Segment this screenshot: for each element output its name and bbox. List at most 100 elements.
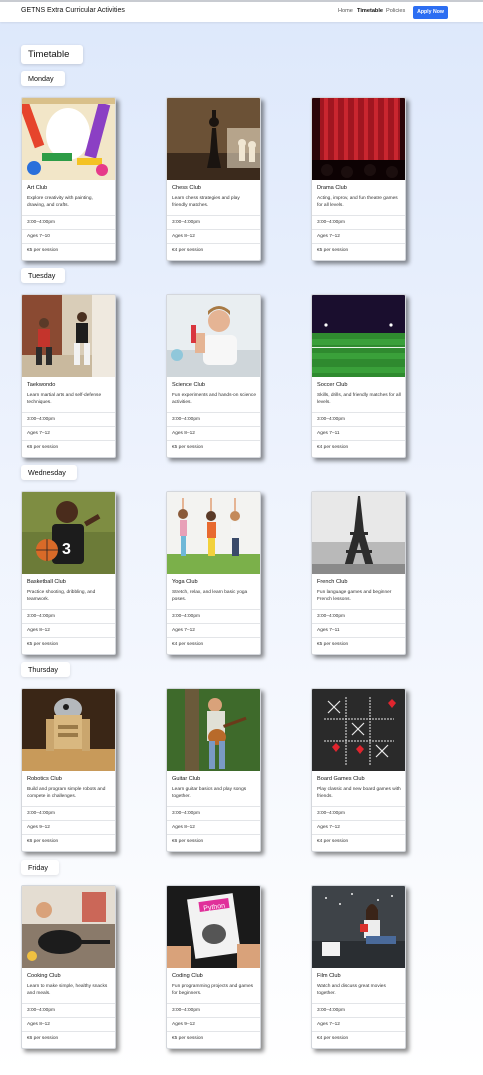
- film-girl-photo: [312, 886, 405, 968]
- club-card-taekwondo[interactable]: Taekwondo Learn martial arts and self-de…: [21, 294, 116, 458]
- club-card-chess-club[interactable]: Chess Club Learn chess strategies and pl…: [166, 97, 261, 261]
- club-price: €5 per session: [312, 243, 405, 257]
- eiffel-tower-photo: [312, 492, 405, 574]
- club-time: 3:00–4:00pm: [167, 215, 260, 229]
- tic-tac-toe-photo: [312, 689, 405, 771]
- club-description: Practice shooting, dribbling, and teamwo…: [27, 590, 96, 602]
- club-card-french-club[interactable]: French Club Fun language games and begin…: [311, 491, 406, 655]
- club-ages: Ages 7–11: [312, 623, 405, 637]
- club-ages: Ages 8–12: [167, 820, 260, 834]
- top-navbar: GETNS Extra Curricular Activities Home T…: [0, 0, 483, 22]
- club-ages: Ages 7–12: [312, 1017, 405, 1031]
- club-card-yoga-club[interactable]: Yoga Club Stretch, relax, and learn basi…: [166, 491, 261, 655]
- svg-text:3: 3: [62, 541, 71, 558]
- soccer-pitch-photo: [312, 295, 405, 377]
- club-price: €6 per session: [22, 834, 115, 848]
- club-ages: Ages 7–12: [312, 229, 405, 243]
- nav-home-link[interactable]: Home: [338, 8, 353, 14]
- club-card-cooking-club[interactable]: Cooking Club Learn to make simple, healt…: [21, 885, 116, 1049]
- club-time: 3:00–4:00pm: [167, 806, 260, 820]
- club-price: €4 per session: [167, 243, 260, 257]
- club-ages: Ages 7–12: [167, 623, 260, 637]
- club-time: 3:00–4:00pm: [22, 1003, 115, 1017]
- club-name: Basketball Club: [27, 579, 66, 585]
- club-price: €6 per session: [22, 1031, 115, 1045]
- club-name: Coding Club: [172, 973, 203, 979]
- club-description: Play classic and new board games with fr…: [317, 787, 401, 799]
- club-name: Chess Club: [172, 185, 201, 191]
- club-description: Stretch, relax, and learn basic yoga pos…: [172, 590, 248, 602]
- club-card-film-club[interactable]: Film Club Watch and discuss great movies…: [311, 885, 406, 1049]
- club-name: Taekwondo: [27, 382, 56, 388]
- club-description: Fun experiments and hands-on science act…: [172, 393, 256, 405]
- club-name: French Club: [317, 579, 348, 585]
- club-price: €5 per session: [22, 637, 115, 651]
- club-description: Fun programming projects and games for b…: [172, 984, 254, 996]
- club-time: 3:00–4:00pm: [22, 609, 115, 623]
- club-name: Cooking Club: [27, 973, 61, 979]
- club-card-basketball-club[interactable]: 3 Basketball Club Practice shooting, dri…: [21, 491, 116, 655]
- nav-policies-link[interactable]: Policies: [386, 8, 405, 14]
- apply-now-button[interactable]: Apply Now: [413, 6, 448, 19]
- club-price: €6 per session: [22, 440, 115, 454]
- guitar-boy-photo: [167, 689, 260, 771]
- club-description: Learn to make simple, healthy snacks and…: [27, 984, 108, 996]
- club-time: 3:00–4:00pm: [312, 412, 405, 426]
- club-card-soccer-club[interactable]: Soccer Club Skills, drills, and friendly…: [311, 294, 406, 458]
- club-card-drama-club[interactable]: Drama Club Acting, improv, and fun theat…: [311, 97, 406, 261]
- club-time: 3:00–4:00pm: [167, 412, 260, 426]
- club-description: Explore creativity with painting, drawin…: [27, 196, 93, 208]
- club-ages: Ages 7–12: [312, 820, 405, 834]
- club-time: 3:00–4:00pm: [312, 1003, 405, 1017]
- club-card-board-games-club[interactable]: Board Games Club Play classic and new bo…: [311, 688, 406, 852]
- club-card-art-club[interactable]: Art Club Explore creativity with paintin…: [21, 97, 116, 261]
- club-card-science-club[interactable]: Science Club Fun experiments and hands-o…: [166, 294, 261, 458]
- club-ages: Ages 8–12: [167, 229, 260, 243]
- theatre-curtain-photo: [312, 98, 405, 180]
- club-card-robotics-club[interactable]: Robotics Club Build and program simple r…: [21, 688, 116, 852]
- club-price: €5 per session: [167, 440, 260, 454]
- yoga-kids-photo: [167, 492, 260, 574]
- club-ages: Ages 9–12: [167, 1017, 260, 1031]
- club-time: 3:00–4:00pm: [312, 215, 405, 229]
- club-price: €6 per session: [167, 834, 260, 848]
- robot-toy-photo: [22, 689, 115, 771]
- club-card-guitar-club[interactable]: Guitar Club Learn guitar basics and play…: [166, 688, 261, 852]
- club-name: Film Club: [317, 973, 341, 979]
- club-ages: Ages 8–12: [167, 426, 260, 440]
- day-heading-monday: Monday: [21, 71, 65, 86]
- cooking-pan-photo: [22, 886, 115, 968]
- club-price: €4 per session: [312, 834, 405, 848]
- site-brand[interactable]: GETNS Extra Curricular Activities: [21, 7, 125, 14]
- club-ages: Ages 8–12: [22, 623, 115, 637]
- club-description: Acting, improv, and fun theatre games fo…: [317, 196, 398, 208]
- club-time: 3:00–4:00pm: [22, 806, 115, 820]
- club-price: €4 per session: [167, 637, 260, 651]
- club-price: €4 per session: [312, 1031, 405, 1045]
- art-supplies-photo: [22, 98, 115, 180]
- basketball-boy-photo: 3: [22, 492, 115, 574]
- club-time: 3:00–4:00pm: [22, 412, 115, 426]
- club-time: 3:00–4:00pm: [22, 215, 115, 229]
- day-heading-thursday: Thursday: [21, 662, 70, 677]
- taekwondo-kids-photo: [22, 295, 115, 377]
- club-description: Fun language games and beginner French l…: [317, 590, 392, 602]
- club-description: Skills, drills, and friendly matches for…: [317, 393, 401, 405]
- club-name: Robotics Club: [27, 776, 62, 782]
- club-description: Learn chess strategies and play friendly…: [172, 196, 240, 208]
- club-ages: Ages 7–10: [22, 229, 115, 243]
- club-ages: Ages 7–12: [22, 426, 115, 440]
- club-price: €5 per session: [167, 1031, 260, 1045]
- page-title: Timetable: [21, 45, 83, 64]
- club-time: 3:00–4:00pm: [167, 609, 260, 623]
- club-name: Yoga Club: [172, 579, 198, 585]
- club-name: Board Games Club: [317, 776, 365, 782]
- club-name: Drama Club: [317, 185, 347, 191]
- club-price: €5 per session: [312, 637, 405, 651]
- club-name: Art Club: [27, 185, 48, 191]
- club-description: Build and program simple robots and comp…: [27, 787, 106, 799]
- nav-timetable-link[interactable]: Timetable: [357, 8, 383, 14]
- club-name: Science Club: [172, 382, 205, 388]
- chess-pieces-photo: [167, 98, 260, 180]
- club-card-coding-club[interactable]: Python Coding Club Fun programming proje…: [166, 885, 261, 1049]
